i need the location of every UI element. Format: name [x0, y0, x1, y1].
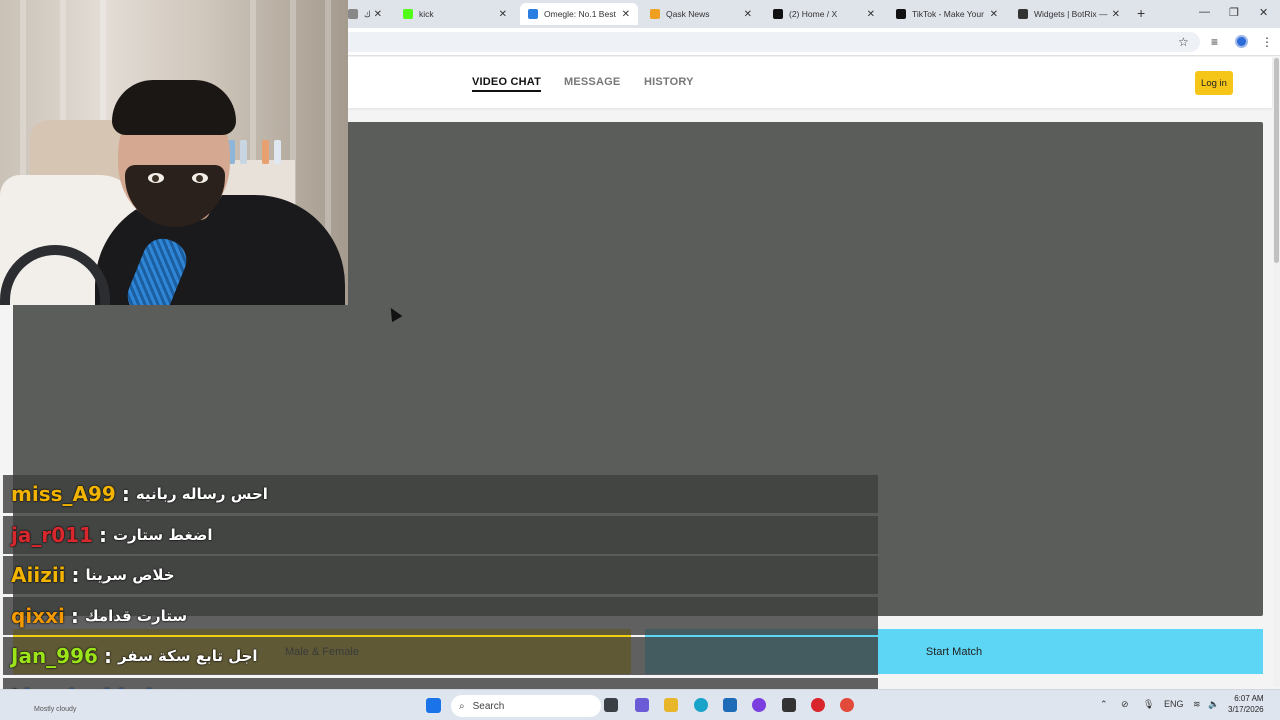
chat-username: ja_r011: [11, 522, 93, 547]
app-red-icon[interactable]: [811, 698, 825, 712]
close-tab-icon[interactable]: ✕: [867, 9, 875, 20]
tab-title: (2) Home / X: [789, 9, 838, 19]
media-control-icon[interactable]: ≡: [1211, 35, 1218, 49]
language-indicator[interactable]: ENG: [1164, 699, 1184, 709]
close-tab-icon[interactable]: ✕: [744, 9, 752, 20]
edge-browser-icon[interactable]: [694, 698, 708, 712]
chat-separator: :: [70, 603, 79, 628]
chat-username: miss_A99: [11, 482, 116, 506]
clock-time: 6:07 AM: [1234, 694, 1264, 703]
store-icon[interactable]: [635, 698, 649, 712]
tab-title: TikTok - Make Your D: [912, 9, 986, 19]
streamer-webcam: [0, 0, 348, 305]
close-tab-icon[interactable]: ✕: [1112, 9, 1120, 20]
new-tab-button[interactable]: +: [1137, 5, 1145, 21]
taskbar-search[interactable]: ⌕ Search: [451, 695, 601, 717]
chat-message: Aiizii: خلاص سرينا: [3, 556, 878, 594]
stream-chat-overlay: miss_A99: احس رساله ربانيه ja_r011: اضغط ست…: [3, 475, 878, 718]
generic-icon: [348, 9, 358, 19]
chat-text: ستارت قدامك: [84, 606, 188, 625]
tab-title: Omegle: No.1 Best R: [544, 9, 618, 19]
network-status-icon[interactable]: ⊘: [1121, 699, 1129, 710]
chat-text: اجل تابع سكة سفر: [117, 647, 258, 665]
chat-username: Aiizii: [11, 563, 66, 587]
close-tab-icon[interactable]: ✕: [990, 9, 998, 20]
news-icon: [650, 9, 660, 19]
browser-tab[interactable]: Widgets | BotRix — C ✕: [1010, 3, 1128, 25]
close-tab-icon[interactable]: ✕: [499, 9, 507, 20]
chat-separator: :: [71, 563, 80, 587]
botrix-icon: [1018, 9, 1028, 19]
windows-taskbar: Mostly cloudy ⌕ Search ⌃ ⊘ 🎙 ENG ≋ 🔈 6:0…: [0, 689, 1280, 720]
nav-message[interactable]: MESSAGE: [564, 76, 620, 88]
start-menu-icon[interactable]: [426, 698, 441, 713]
browser-tab[interactable]: TikTok - Make Your D ✕: [888, 3, 1006, 25]
app-icon[interactable]: [752, 698, 766, 712]
nav-video-chat[interactable]: VIDEO CHAT: [472, 76, 542, 92]
login-button[interactable]: Log in: [1195, 71, 1233, 95]
close-tab-icon[interactable]: ✕: [622, 9, 630, 20]
microphone-tray-icon[interactable]: 🎙: [1143, 699, 1154, 710]
chat-message: qixxi: ستارت قدامك: [3, 596, 878, 635]
tab-title: kick: [419, 9, 434, 19]
chat-message: ja_r011: اضغط ستارت: [3, 515, 878, 554]
chat-message: Jan_996: اجل تابع سكة سفر: [3, 637, 878, 675]
address-bar[interactable]: [340, 32, 1200, 52]
tab-title: Widgets | BotRix — C: [1034, 9, 1108, 19]
scrollbar-thumb[interactable]: [1274, 58, 1279, 263]
close-window-icon[interactable]: ✕: [1259, 6, 1268, 19]
microsoft-store-icon[interactable]: [723, 698, 737, 712]
bookmark-star-icon[interactable]: ☆: [1178, 35, 1189, 49]
taskbar-search-label: Search: [472, 700, 505, 712]
screen: شات ك✕kick✕Omegle: No.1 Best R✕Qask News…: [0, 0, 1280, 720]
chat-separator: :: [121, 482, 130, 506]
volume-icon[interactable]: 🔈: [1208, 699, 1219, 710]
chat-username: Jan_996: [11, 644, 98, 668]
x-icon: [773, 9, 783, 19]
chat-text: خلاص سرينا: [85, 566, 175, 584]
omegle-icon: [528, 9, 538, 19]
browser-tab[interactable]: Qask News ✕: [642, 3, 760, 25]
task-view-icon[interactable]: [604, 698, 618, 712]
chat-username: qixxi: [11, 603, 65, 628]
browser-menu-icon[interactable]: ⋮: [1261, 35, 1273, 49]
profile-avatar[interactable]: [1235, 35, 1248, 48]
file-explorer-icon[interactable]: [664, 698, 678, 712]
obs-icon[interactable]: [782, 698, 796, 712]
chat-message: miss_A99: احس رساله ربانيه: [3, 475, 878, 513]
browser-tab[interactable]: kick ✕: [395, 3, 515, 25]
browser-tab[interactable]: (2) Home / X ✕: [765, 3, 883, 25]
tab-title: شات ك: [364, 8, 370, 19]
wifi-icon[interactable]: ≋: [1193, 699, 1201, 710]
chrome-icon[interactable]: [840, 698, 854, 712]
minimize-icon[interactable]: —: [1199, 6, 1210, 18]
tray-overflow-icon[interactable]: ⌃: [1100, 699, 1108, 710]
weather-widget[interactable]: Mostly cloudy: [34, 706, 76, 713]
chat-text: اضغط ستارت: [112, 525, 213, 544]
chat-separator: :: [98, 522, 107, 547]
tab-title: Qask News: [666, 9, 710, 19]
tiktok-icon: [896, 9, 906, 19]
browser-tab[interactable]: Omegle: No.1 Best R ✕: [520, 3, 638, 25]
chat-text: احس رساله ربانيه: [135, 485, 268, 503]
chat-separator: :: [103, 644, 112, 668]
clock-date: 3/17/2026: [1228, 705, 1264, 714]
close-tab-icon[interactable]: ✕: [374, 9, 382, 20]
search-icon: ⌕: [459, 700, 465, 712]
kick-icon: [403, 9, 413, 19]
clock[interactable]: 6:07 AM 3/17/2026: [1228, 693, 1264, 715]
nav-history[interactable]: HISTORY: [644, 76, 694, 88]
restore-icon[interactable]: ❐: [1229, 6, 1239, 19]
